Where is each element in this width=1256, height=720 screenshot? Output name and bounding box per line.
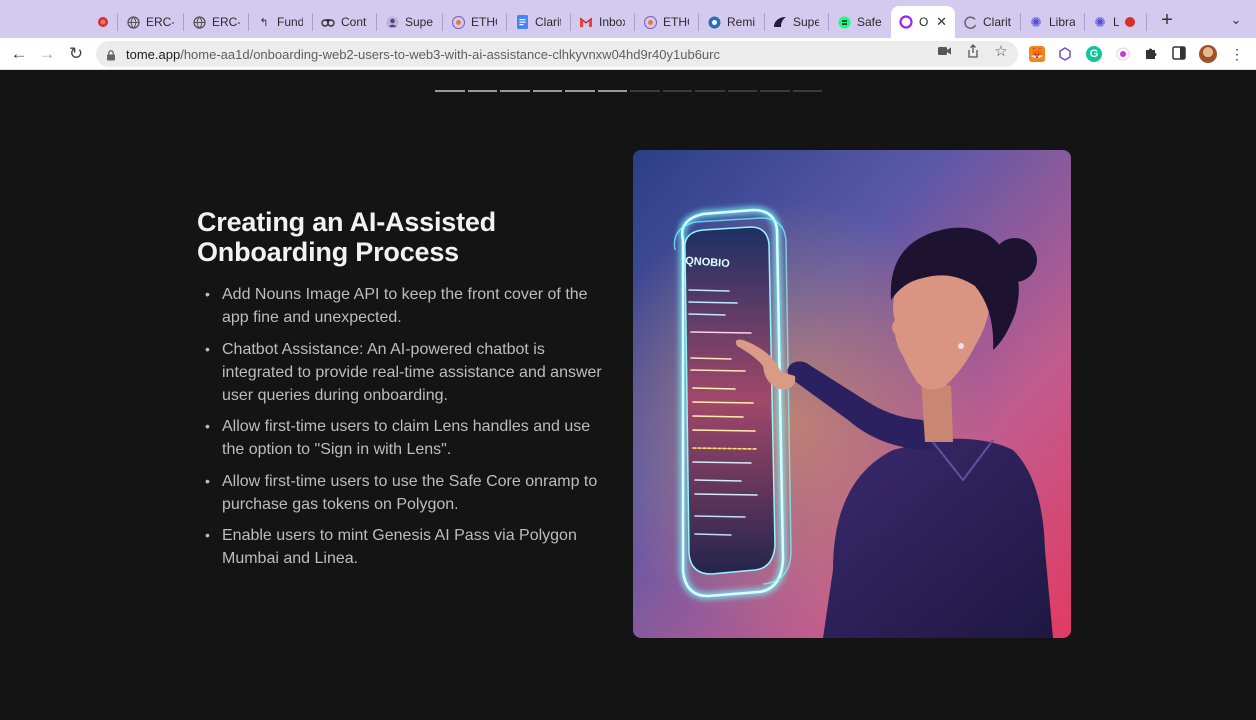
progress-segment[interactable] [435, 90, 465, 92]
progress-segment[interactable] [695, 90, 725, 92]
tab-strip: ERC-( ERC- ↰ Fund Contr Super ETHG Clari… [0, 0, 1256, 38]
list-item: Chatbot Assistance: An AI-powered chatbo… [205, 338, 615, 407]
progress-segment[interactable] [760, 90, 790, 92]
list-item: Allow first-time users to use the Safe C… [205, 470, 615, 516]
chevron-down-icon[interactable]: ⌄ [1226, 12, 1246, 32]
progress-segment[interactable] [565, 90, 595, 92]
ethglobal-icon [451, 15, 465, 29]
browser-toolbar: ← → ↻ tome.app/home-aa1d/onboarding-web2… [0, 38, 1256, 70]
record-icon [96, 15, 110, 29]
superfluid-icon [385, 15, 399, 29]
bullet-list: Add Nouns Image API to keep the front co… [205, 283, 615, 579]
reload-icon[interactable]: ↻ [66, 44, 86, 64]
slide-progress[interactable] [435, 90, 822, 92]
avatar[interactable] [1199, 45, 1217, 63]
binoculars-icon [321, 15, 335, 29]
tab-ethg-1[interactable]: ETHG [443, 8, 505, 36]
slide-title: Creating an AI-Assisted Onboarding Proce… [197, 207, 496, 267]
metamask-icon[interactable]: 🦊 [1029, 46, 1045, 62]
globe-icon [192, 15, 206, 29]
address-bar[interactable]: tome.app/home-aa1d/onboarding-web2-users… [96, 41, 1018, 67]
progress-segment[interactable] [532, 90, 562, 92]
globe-icon [126, 15, 140, 29]
progress-segment[interactable] [467, 90, 497, 92]
extension-icon[interactable] [1115, 46, 1131, 62]
puzzle-icon[interactable] [1143, 46, 1159, 62]
gmail-icon [579, 15, 593, 29]
tab-fund[interactable]: ↰ Fund [249, 8, 311, 36]
tab-erc-1[interactable]: ERC-( [118, 8, 182, 36]
progress-segment[interactable] [597, 90, 627, 92]
loading-icon [963, 15, 977, 29]
tab-super-1[interactable]: Super [377, 8, 441, 36]
progress-segment[interactable] [727, 90, 757, 92]
gitcoin-icon: ↰ [259, 16, 269, 29]
docs-icon [515, 15, 529, 29]
lock-icon [106, 48, 116, 61]
sidepanel-icon[interactable] [1171, 46, 1187, 62]
list-item: Enable users to mint Genesis AI Pass via… [205, 524, 615, 570]
gear-icon: ✺ [1030, 13, 1042, 30]
tab-contr[interactable]: Contr [313, 8, 375, 36]
grammarly-icon[interactable]: G [1086, 46, 1102, 62]
close-tab-icon[interactable]: ✕ [936, 14, 947, 30]
wallet-extension-icon[interactable] [1057, 46, 1073, 62]
tab-recording[interactable] [88, 8, 116, 36]
back-icon[interactable]: ← [9, 44, 29, 64]
progress-segment[interactable] [630, 90, 660, 92]
ethglobal-icon [643, 15, 657, 29]
record-icon [1123, 15, 1137, 29]
tab-clarity-1[interactable]: Clarit [507, 8, 569, 36]
tome-icon [899, 15, 913, 29]
remix-icon [707, 15, 721, 29]
new-tab-icon[interactable]: + [1156, 10, 1178, 32]
share-icon[interactable] [965, 44, 981, 60]
tab-inbox[interactable]: Inbox [571, 8, 633, 36]
tab-clarity-2[interactable]: Clarit [955, 8, 1019, 36]
forward-icon[interactable]: → [37, 44, 57, 64]
url-host: tome.app [126, 47, 181, 62]
url-text: tome.app/home-aa1d/onboarding-web2-users… [126, 47, 720, 62]
tome-slide: Creating an AI-Assisted Onboarding Proce… [0, 70, 1256, 720]
hero-image: QNOBIO [633, 150, 1071, 638]
progress-segment[interactable] [662, 90, 692, 92]
gear-icon: ✺ [1094, 13, 1106, 30]
more-menu-icon[interactable]: ⋮ [1229, 46, 1245, 62]
list-item: Allow first-time users to claim Lens han… [205, 415, 615, 461]
tab-super-2[interactable]: Super [765, 8, 827, 36]
superfluid-icon [773, 15, 787, 29]
camera-off-icon[interactable] [937, 44, 953, 60]
progress-segment[interactable] [792, 90, 822, 92]
safe-icon [837, 15, 851, 29]
list-item: Add Nouns Image API to keep the front co… [205, 283, 615, 329]
url-path: /home-aa1d/onboarding-web2-users-to-web3… [180, 47, 720, 62]
tab-safe[interactable]: Safe [829, 8, 891, 36]
tab-li[interactable]: ✺ Li [1085, 8, 1145, 36]
tab-tome-active[interactable]: O ✕ [891, 6, 955, 38]
tab-remix[interactable]: Remi [699, 8, 763, 36]
progress-segment[interactable] [500, 90, 530, 92]
bookmark-star-icon[interactable]: ☆ [993, 44, 1009, 60]
tab-erc-2[interactable]: ERC- [184, 8, 248, 36]
tab-ethg-2[interactable]: ETHG [635, 8, 697, 36]
tab-library[interactable]: ✺ Librar [1021, 8, 1083, 36]
